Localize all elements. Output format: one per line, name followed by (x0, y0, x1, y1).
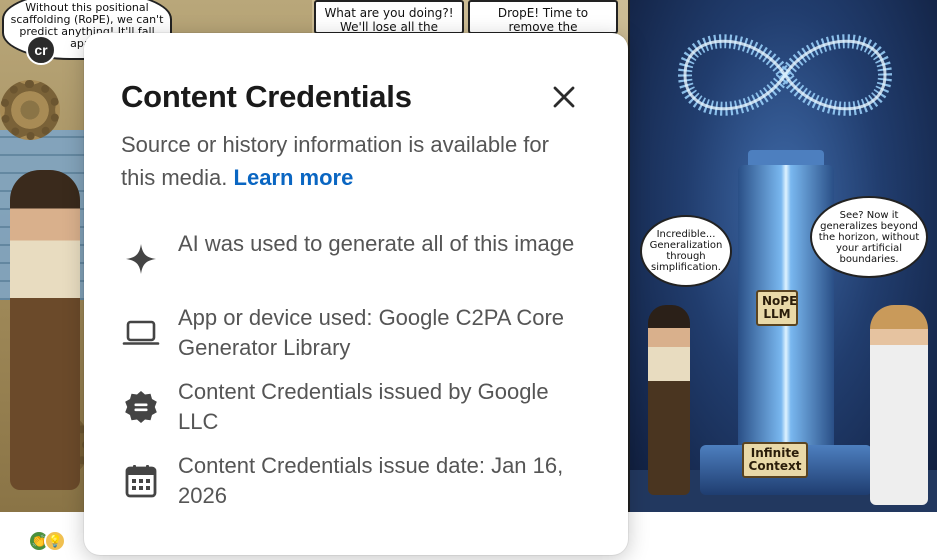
engineer-figure (10, 170, 80, 490)
credential-row-ai: AI was used to generate all of this imag… (121, 229, 591, 289)
goddess-figure (870, 305, 928, 505)
reaction-icons[interactable]: 👏 💡 (28, 530, 66, 552)
insightful-reaction-icon: 💡 (44, 530, 66, 552)
learn-more-link[interactable]: Learn more (234, 165, 354, 190)
speech-bubble-right: See? Now it generalizes beyond the horiz… (810, 196, 928, 278)
credential-ai-text: AI was used to generate all of this imag… (178, 231, 575, 256)
sign-text: Infinite Context (748, 446, 802, 473)
post-image-viewer: Without this positional scaffolding (RoP… (0, 0, 937, 560)
close-icon (553, 86, 575, 108)
sign-nope-llm: NoPE LLM (756, 290, 798, 326)
close-button[interactable] (546, 79, 582, 115)
calendar-icon (121, 451, 161, 511)
engineer-figure (648, 305, 690, 495)
credential-row-app: App or device used: Google C2PA Core Gen… (121, 303, 591, 363)
comic-panel-right: Incredible... Generalization through sim… (628, 0, 937, 512)
credential-app-text: App or device used: Google C2PA Core Gen… (178, 305, 565, 360)
caption-text: What are you doing?! We'll lose all the (324, 6, 454, 34)
sparkle-icon (121, 229, 161, 289)
credential-row-issuer: Content Credentials issued by Google LLC (121, 377, 591, 437)
badge-icon (121, 377, 161, 437)
laptop-icon (121, 303, 161, 363)
speech-bubble-text: See? Now it generalizes beyond the horiz… (818, 209, 920, 265)
popover-intro: Source or history information is availab… (121, 128, 561, 194)
caption-text: DropE! Time to remove the scaffolding. L… (497, 6, 589, 34)
sign-text: NoPE LLM (762, 294, 798, 321)
popover-title: Content Credentials (121, 79, 412, 114)
speech-bubble-left: Incredible... Generalization through sim… (640, 215, 732, 287)
caption-box: DropE! Time to remove the scaffolding. L… (468, 0, 618, 34)
gear-decoration (0, 80, 60, 140)
infinity-symbol (677, 34, 893, 116)
sign-infinite-context: Infinite Context (742, 442, 808, 478)
credential-row-date: Content Credentials issue date: Jan 16, … (121, 451, 591, 511)
credential-issuer-text: Content Credentials issued by Google LLC (178, 379, 549, 434)
credential-date-text: Content Credentials issue date: Jan 16, … (178, 453, 564, 508)
caption-box: What are you doing?! We'll lose all the (314, 0, 464, 34)
content-credentials-popover: Content Credentials Source or history in… (84, 33, 628, 555)
speech-bubble-text: Incredible... Generalization through sim… (649, 229, 723, 273)
content-credentials-badge[interactable]: cr (26, 35, 56, 65)
